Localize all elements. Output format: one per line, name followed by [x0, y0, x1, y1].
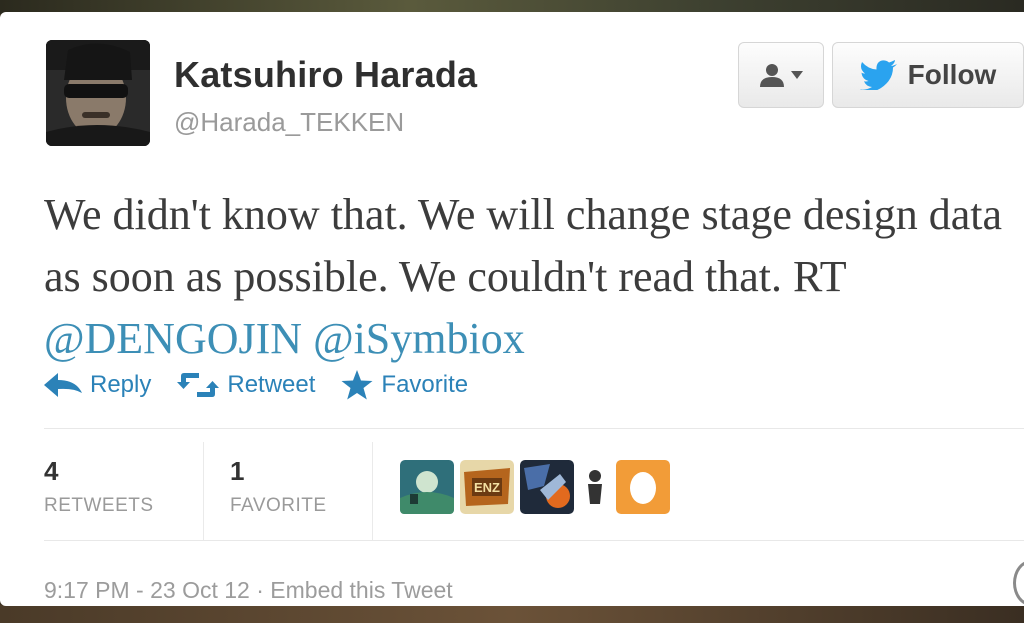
user-actions-button[interactable]: [738, 42, 824, 108]
tweet-card: Katsuhiro Harada @Harada_TEKKEN Follow W…: [0, 12, 1024, 606]
tweet-timestamp[interactable]: 9:17 PM - 23 Oct 12: [44, 577, 250, 603]
footer-separator: ·: [249, 577, 271, 603]
retweets-count: 4: [44, 456, 59, 486]
mention-link[interactable]: @DENGOJIN: [44, 314, 302, 363]
embed-tweet-link[interactable]: Embed this Tweet: [270, 577, 452, 603]
user-faces: ENZ: [400, 460, 670, 514]
retweet-icon: [177, 373, 220, 397]
reply-arrow-icon: [44, 373, 82, 397]
favorites-label: FAVORITE: [230, 495, 327, 516]
stat-separator: [372, 442, 373, 540]
avatar-photo: [46, 40, 150, 146]
caret-down-icon: [791, 71, 803, 79]
retweets-stat[interactable]: 4 RETWEETS: [44, 456, 154, 517]
tweet-body: We didn't know that. We will change stag…: [44, 190, 1003, 301]
retweets-label: RETWEETS: [44, 495, 154, 516]
user-face-avatar[interactable]: [520, 460, 574, 514]
user-name[interactable]: Katsuhiro Harada: [174, 54, 477, 96]
user-icon: [760, 64, 784, 87]
background-bottom: [0, 605, 1024, 623]
reply-label: Reply: [90, 371, 152, 398]
favorite-label: Favorite: [381, 371, 469, 398]
tweet-text: We didn't know that. We will change stag…: [44, 184, 1019, 370]
retweet-button[interactable]: Retweet: [177, 371, 315, 399]
twitter-bird-icon: [859, 60, 897, 90]
user-handle[interactable]: @Harada_TEKKEN: [174, 107, 404, 138]
favorites-stat[interactable]: 1 FAVORITE: [230, 456, 327, 517]
user-face-avatar[interactable]: [616, 460, 670, 514]
edge-control: [1013, 560, 1024, 606]
star-icon: [341, 370, 373, 400]
user-face-avatar[interactable]: ENZ: [460, 460, 514, 514]
user-face-avatar[interactable]: [400, 460, 454, 514]
stat-separator: [203, 442, 204, 540]
retweet-label: Retweet: [227, 371, 316, 398]
follow-label: Follow: [907, 59, 997, 90]
favorites-count: 1: [230, 456, 245, 486]
follow-button[interactable]: Follow: [832, 42, 1024, 108]
mention-link[interactable]: @iSymbiox: [313, 314, 525, 363]
user-face-avatar[interactable]: [580, 460, 610, 514]
tweet-actions: Reply Retweet Favorite: [44, 370, 494, 400]
favorite-button[interactable]: Favorite: [341, 370, 468, 400]
divider: [44, 540, 1024, 541]
tweet-footer: 9:17 PM - 23 Oct 12 · Embed this Tweet: [44, 577, 453, 604]
avatar[interactable]: [46, 40, 150, 146]
svg-text:ENZ: ENZ: [474, 480, 500, 495]
reply-button[interactable]: Reply: [44, 371, 151, 399]
divider: [44, 428, 1024, 429]
